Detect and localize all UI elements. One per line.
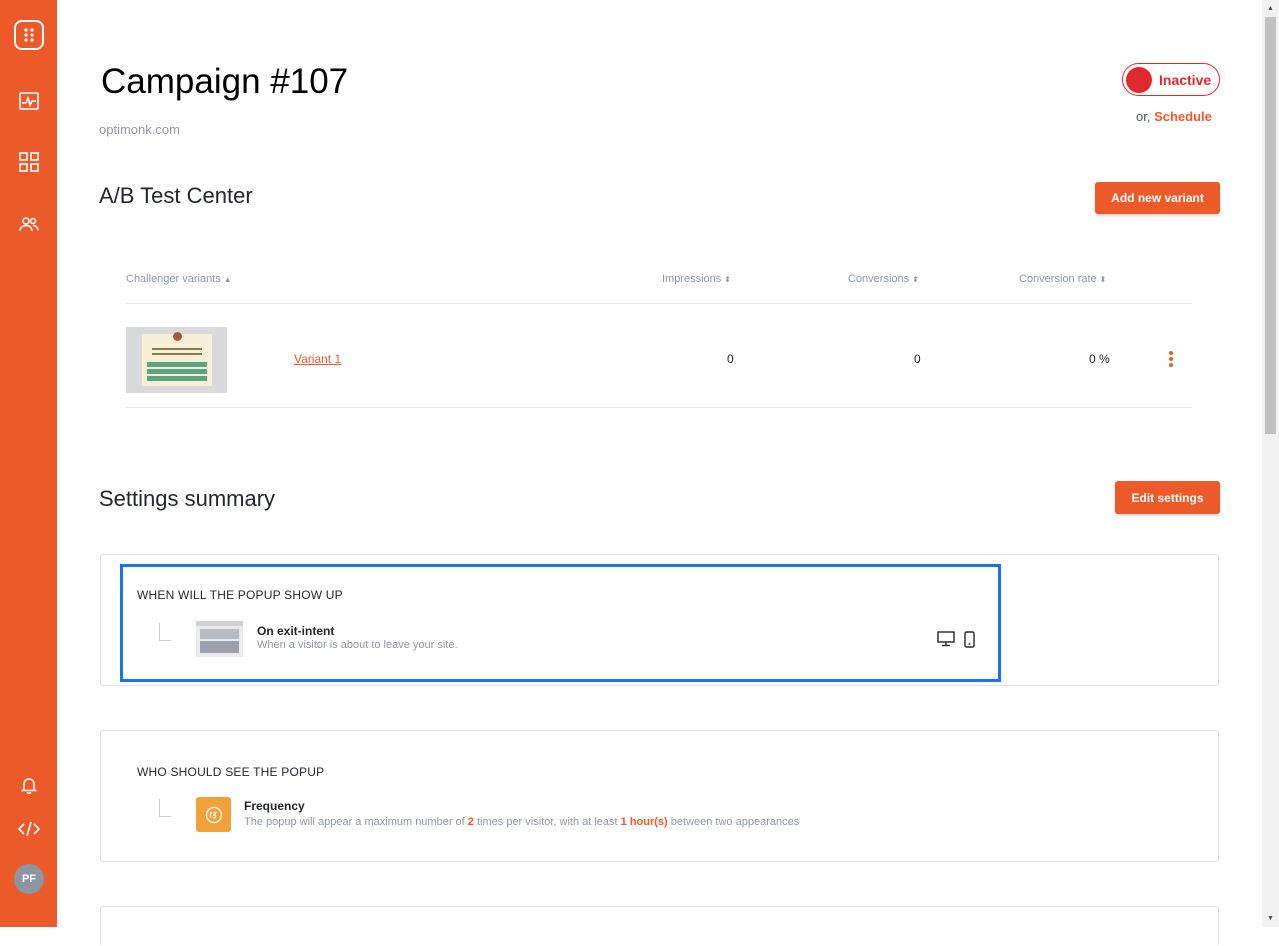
- sidebar: PF: [0, 0, 57, 927]
- code-icon[interactable]: [0, 818, 57, 840]
- users-icon[interactable]: [0, 213, 57, 235]
- frequency-interval-value: 1 hour(s): [620, 816, 668, 828]
- frequency-desc-part: between two appearances: [670, 816, 800, 828]
- sort-icon: ⬍: [912, 275, 919, 284]
- col-header-impressions-label: Impressions: [662, 273, 722, 285]
- status-toggle[interactable]: Inactive: [1122, 63, 1220, 96]
- highlight-box: [120, 564, 1001, 682]
- divider: [126, 407, 1192, 408]
- sort-icon: ⬍: [1099, 275, 1107, 284]
- scroll-up-icon[interactable]: ▲: [1262, 0, 1279, 17]
- frequency-desc-part: times per visitor, with at least: [476, 816, 618, 828]
- analytics-icon[interactable]: [0, 90, 57, 112]
- bell-icon[interactable]: [0, 774, 57, 796]
- who-heading: WHO SHOULD SEE THE POPUP: [137, 765, 325, 779]
- main-content: Campaign #107 optimonk.com Inactive or, …: [57, 0, 1262, 946]
- vertical-scrollbar[interactable]: ▲ ▼: [1262, 0, 1279, 927]
- frequency-icon: [196, 797, 231, 832]
- col-header-conversions-label: Conversions: [848, 273, 910, 285]
- divider: [126, 303, 1192, 304]
- tree-connector: [159, 799, 171, 817]
- sort-asc-icon: ▲: [223, 275, 232, 284]
- edit-settings-button[interactable]: Edit settings: [1115, 481, 1220, 514]
- scroll-thumb[interactable]: [1265, 17, 1276, 434]
- logo-icon[interactable]: [14, 20, 44, 50]
- page-title: Campaign #107: [101, 62, 349, 101]
- conversion-rate-value: 0 %: [1089, 352, 1110, 366]
- avatar[interactable]: PF: [14, 864, 44, 894]
- campaign-domain: optimonk.com: [99, 122, 180, 137]
- col-header-impressions[interactable]: Impressions ⬍: [662, 273, 731, 285]
- schedule-prefix: or,: [1136, 109, 1151, 124]
- campaigns-grid-icon[interactable]: [0, 151, 57, 173]
- impressions-value: 0: [727, 352, 734, 366]
- status-label: Inactive: [1159, 71, 1212, 88]
- col-header-rate-label: Conversion rate: [1019, 273, 1097, 285]
- add-variant-button[interactable]: Add new variant: [1095, 182, 1220, 214]
- frequency-times-value: 2: [467, 816, 474, 828]
- ab-test-title: A/B Test Center: [99, 183, 253, 208]
- who-card: WHO SHOULD SEE THE POPUP: [100, 730, 1219, 862]
- more-options-icon[interactable]: [1167, 351, 1175, 367]
- scroll-down-icon[interactable]: ▼: [1262, 910, 1279, 927]
- frequency-title: Frequency: [244, 799, 305, 813]
- settings-summary-title: Settings summary: [99, 486, 276, 511]
- schedule-link[interactable]: Schedule: [1154, 109, 1212, 124]
- col-header-rate[interactable]: Conversion rate ⬍: [1019, 273, 1106, 285]
- variant-thumbnail[interactable]: [126, 327, 227, 393]
- col-header-variants[interactable]: Challenger variants ▲: [126, 273, 232, 285]
- col-header-variants-label: Challenger variants: [126, 273, 221, 285]
- next-card: [100, 906, 1219, 946]
- variant-preview-image: [141, 332, 212, 386]
- schedule-line: or, Schedule: [1136, 109, 1212, 124]
- variant-name-link[interactable]: Variant 1: [294, 352, 341, 366]
- conversions-value: 0: [914, 352, 921, 366]
- status-dot: [1126, 66, 1152, 93]
- frequency-desc: The popup will appear a maximum number o…: [244, 816, 799, 828]
- sort-icon: ⬍: [724, 275, 731, 284]
- frequency-desc-part: The popup will appear a maximum number o…: [244, 816, 465, 828]
- col-header-conversions[interactable]: Conversions ⬍: [848, 273, 919, 285]
